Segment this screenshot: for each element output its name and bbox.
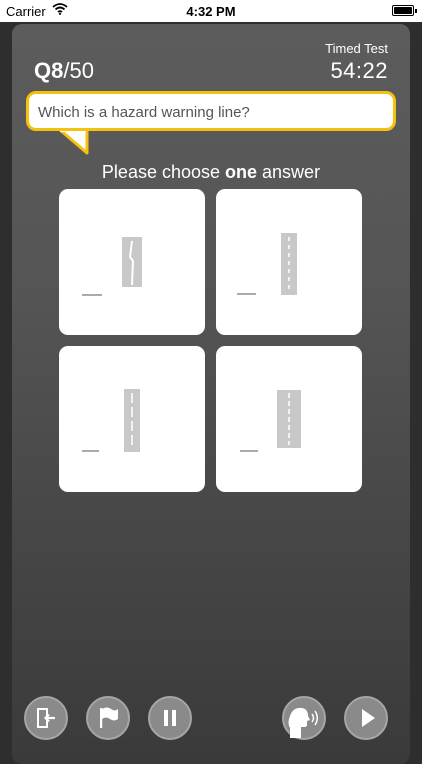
road-marking-image	[237, 233, 297, 295]
prompt-text-before: Please choose	[101, 162, 226, 182]
pause-button[interactable]	[148, 696, 192, 740]
battery-icon	[392, 5, 417, 16]
prompt-text-after: answer	[257, 162, 321, 182]
road-marking-image	[82, 389, 140, 452]
voice-button[interactable]	[282, 696, 326, 740]
exit-button[interactable]	[24, 696, 68, 740]
answer-option-b[interactable]	[216, 189, 362, 335]
question-bubble: Which is a hazard warning line?	[26, 91, 396, 131]
timer-value: 54:22	[330, 58, 388, 83]
next-icon	[362, 709, 375, 727]
flag-icon	[100, 707, 118, 728]
exit-icon	[37, 708, 55, 728]
status-bar: Carrier 4:32 PM	[0, 0, 422, 22]
timer-label: Timed Test	[325, 41, 388, 56]
answer-option-c[interactable]	[59, 346, 205, 492]
pause-icon	[164, 710, 176, 726]
question-text: Which is a hazard warning line?	[38, 104, 250, 121]
answer-option-d[interactable]	[216, 346, 362, 492]
question-current: Q8	[34, 58, 64, 83]
question-total: /50	[63, 58, 94, 83]
speech-bubble-tail	[57, 129, 89, 155]
clock: 4:32 PM	[186, 4, 236, 19]
answer-prompt: Please choose one answer	[0, 162, 422, 183]
question-counter: Q8/50	[34, 58, 94, 84]
road-marking-image	[82, 237, 142, 296]
voice-icon	[288, 707, 318, 738]
prompt-emphasis: one	[225, 162, 258, 182]
flag-button[interactable]	[86, 696, 130, 740]
road-marking-image	[240, 390, 301, 452]
next-button[interactable]	[344, 696, 388, 740]
answer-option-a[interactable]	[59, 189, 205, 335]
